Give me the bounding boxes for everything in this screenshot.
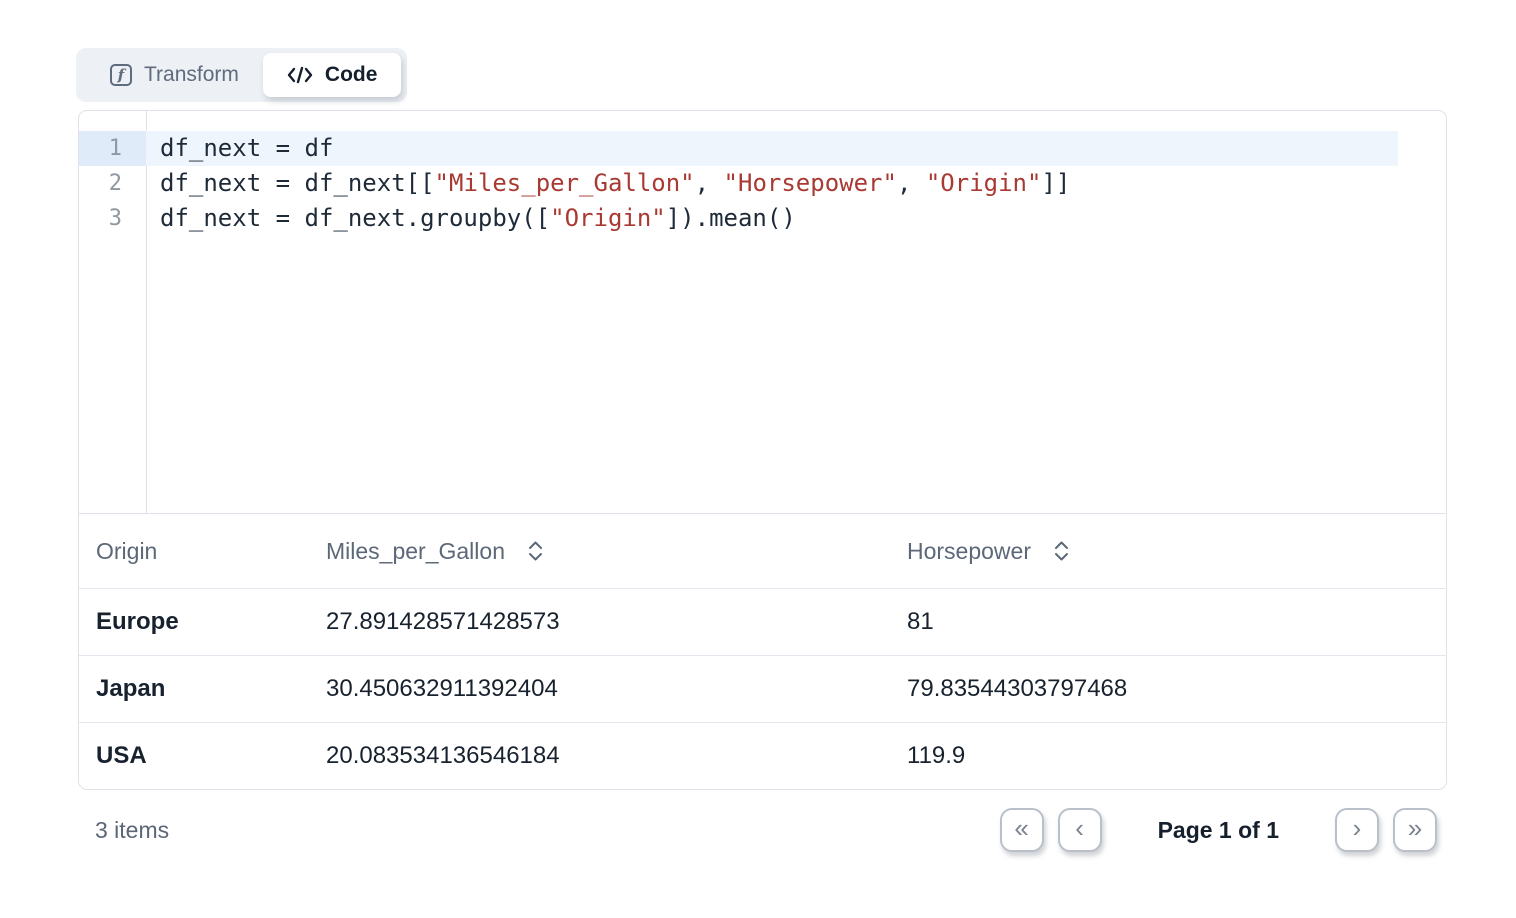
string-token: "Origin" [926,169,1042,197]
line-number: 3 [79,201,146,236]
code-token: , [897,169,926,197]
chevron-left-icon: ‹ [1075,815,1084,841]
code-line[interactable]: 2df_next = df_next[["Miles_per_Gallon", … [79,166,1446,201]
sort-icon[interactable] [527,539,544,563]
tab-transform-label: Transform [144,63,239,87]
column-header-origin-label: Origin [96,538,157,565]
string-token: "Origin" [550,204,666,232]
line-number: 2 [79,166,146,201]
items-count: 3 items [95,817,169,844]
line-number: 1 [79,131,146,166]
code-token: df_next = df [160,134,333,162]
sort-icon[interactable] [1053,539,1070,563]
double-chevron-left-icon: « [1014,815,1028,841]
column-header-miles_per_gallon-label: Miles_per_Gallon [326,538,505,565]
code-token: df_next = df_next[[ [160,169,435,197]
prev-page-button[interactable]: ‹ [1058,808,1102,852]
code-line-content: df_next = df [146,131,1398,166]
column-header-origin: Origin [79,538,309,565]
cell-origin: Japan [79,675,309,703]
code-token: ]] [1041,169,1070,197]
main-panel: 1df_next = df2df_next = df_next[["Miles_… [78,110,1447,790]
cell-horsepower: 81 [890,608,1446,636]
page-indicator: Page 1 of 1 [1158,817,1279,844]
chevron-right-icon: › [1353,815,1362,841]
code-line-content: df_next = df_next[["Miles_per_Gallon", "… [146,166,1446,201]
string-token: "Horsepower" [724,169,897,197]
code-token: df_next = df_next.groupby([ [160,204,550,232]
table-row: USA20.083534136546184119.9 [79,722,1446,789]
cell-origin: USA [79,742,309,770]
first-page-button[interactable]: « [1000,808,1044,852]
code-editor[interactable]: 1df_next = df2df_next = df_next[["Miles_… [79,111,1446,513]
table-header-row: Origin Miles_per_Gallon Horsepower [79,514,1446,588]
cell-miles_per_gallon: 20.083534136546184 [309,742,890,770]
table-row: Japan30.45063291139240479.83544303797468 [79,655,1446,722]
column-header-miles_per_gallon[interactable]: Miles_per_Gallon [309,538,890,565]
code-line-content: df_next = df_next.groupby(["Origin"]).me… [146,201,1446,236]
table-row: Europe27.89142857142857381 [79,588,1446,655]
string-token: "Miles_per_Gallon" [435,169,695,197]
pagination: « ‹ Page 1 of 1 › » [1000,808,1437,852]
tab-code-label: Code [325,63,378,87]
cell-miles_per_gallon: 30.450632911392404 [309,675,890,703]
table-footer: 3 items « ‹ Page 1 of 1 › » [78,790,1447,870]
cell-miles_per_gallon: 27.891428571428573 [309,608,890,636]
view-mode-tabbar: f Transform Code [76,48,407,102]
code-token: ]).mean() [666,204,796,232]
column-header-horsepower[interactable]: Horsepower [890,538,1446,565]
code-line[interactable]: 1 df_next = df [79,131,1446,166]
code-line[interactable]: 3df_next = df_next.groupby(["Origin"]).m… [79,201,1446,236]
result-table: Origin Miles_per_Gallon Horsepower [79,513,1446,789]
tab-code[interactable]: Code [263,53,402,97]
table-body: Europe27.89142857142857381Japan30.450632… [79,588,1446,789]
cell-horsepower: 79.83544303797468 [890,675,1446,703]
code-token: , [695,169,724,197]
tab-transform[interactable]: f Transform [82,53,263,97]
double-chevron-right-icon: » [1408,815,1422,841]
last-page-button[interactable]: » [1393,808,1437,852]
function-icon: f [110,64,132,86]
code-lines: 1df_next = df2df_next = df_next[["Miles_… [79,131,1446,236]
column-header-horsepower-label: Horsepower [907,538,1031,565]
cell-horsepower: 119.9 [890,742,1446,770]
code-icon [287,65,313,85]
cell-origin: Europe [79,608,309,636]
next-page-button[interactable]: › [1335,808,1379,852]
